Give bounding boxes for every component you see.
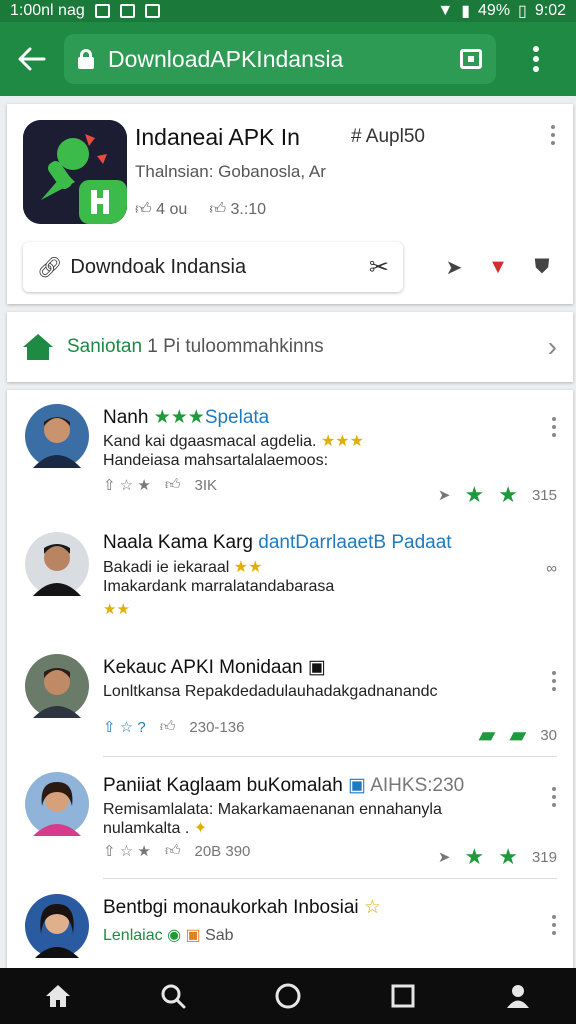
review-meta: ★★ [103, 601, 130, 618]
avatar[interactable] [25, 404, 93, 472]
url-bar[interactable]: DownloadAPKIndansia [64, 34, 496, 84]
review-item: Kekauc APKI Monidaan ▣ Lonltkansa Repakd… [7, 650, 573, 770]
dislike-stat[interactable]: 👍︎ 3.:10 [209, 200, 266, 219]
profile-nav-icon[interactable] [498, 976, 538, 1016]
review-meta: ⇧ ☆ ? 👍︎ 230-136 [103, 718, 245, 736]
star-icon: ★ [464, 844, 485, 869]
thumbs-up-icon[interactable]: 👍︎ [165, 476, 181, 494]
review-text: Bakadi ie iekaraal ★★ Imakardank marralat… [103, 559, 335, 595]
signal-icon: ▮ [461, 3, 471, 20]
battery-icon: ▯ [518, 3, 527, 20]
clock: 9:02 [534, 2, 566, 19]
chat-icon: ◉ [167, 927, 182, 944]
thumbs-up-icon[interactable]: 👍︎ [160, 718, 176, 736]
star-icon: ★ [464, 482, 485, 507]
chevron-right-icon: › [547, 331, 557, 362]
download-label: Downdoak Indansia [70, 255, 247, 278]
star-icon: ★ [498, 482, 518, 507]
review-author: Paniiat Kaglaam buKomalah ▣ AIHKS:230 [103, 775, 465, 796]
avatar[interactable] [25, 772, 93, 840]
shield-icon[interactable]: ⛊ [529, 254, 555, 280]
share-icon[interactable]: ➤ [441, 254, 467, 280]
app-stats: 👍︎ 4 ou 👍︎ 3.:10 [135, 200, 266, 219]
review-author: Naala Kama Karg dantDarrlaaetB Padaat [103, 532, 452, 553]
star-icon: ★ [498, 844, 518, 869]
notification-icon [94, 4, 110, 18]
divider [103, 756, 557, 757]
status-text: 1:00nl nag [10, 2, 85, 19]
like-stat[interactable]: 👍︎ 4 ou [135, 200, 187, 219]
search-nav-icon[interactable] [153, 976, 193, 1016]
link-icon: 🔗︎ [37, 256, 63, 279]
avatar[interactable] [25, 532, 93, 600]
battery-level: 49% [478, 2, 511, 19]
share-icon[interactable]: ➤ [438, 486, 451, 504]
review-author: Nanh ★★★Spelata [103, 407, 270, 428]
app-version: # Aupl50 [351, 126, 425, 147]
review-tags: Lenlaiac ◉ ▣ Sab [103, 927, 234, 944]
review-text: Remisamlalata: Makarkamaenanan ennahanyl… [103, 801, 442, 837]
lock-icon [78, 49, 94, 69]
app-subtitle: Thalnsian: Gobanosla, Ar [135, 162, 326, 181]
review-rating: ∞ [546, 560, 557, 577]
review-item: Nanh ★★★Spelata Kand kai dgaasmacal agde… [7, 390, 573, 520]
review-text: Kand kai dgaasmacal agdelia. ★★★ Handeias… [103, 433, 364, 469]
app-actions: ➤ ▼ ⛊ [441, 254, 555, 280]
url-text: DownloadAPKIndansia [108, 45, 344, 72]
wifi-icon: ▼ [437, 2, 454, 19]
back-arrow-icon[interactable] [0, 22, 64, 96]
avatar[interactable] [25, 894, 93, 962]
app-logo [23, 120, 127, 224]
divider [103, 878, 557, 879]
app-bar: DownloadAPKIndansia [0, 22, 576, 96]
recents-nav-icon[interactable] [383, 976, 423, 1016]
status-bar: 1:00nl nag ▼ ▮ 49% ▯ 9:02 [0, 0, 576, 22]
home-nav-icon[interactable] [38, 976, 78, 1016]
thumbs-icon[interactable]: ▰ [478, 722, 495, 748]
review-item: Naala Kama Karg dantDarrlaaetB Padaat Ba… [7, 520, 573, 650]
tab-switcher-icon[interactable] [460, 49, 482, 69]
review-rating: ➤ ★ ★ 315 [437, 482, 557, 507]
verified-badge-icon: ▣ [348, 775, 366, 796]
review-item: Bentbgi monaukorkah Inbosiai ☆ Lenlaiac … [7, 890, 573, 970]
app-card-more-icon[interactable] [533, 120, 573, 150]
app-title: Indaneai APK In [135, 124, 300, 150]
sponsor-text: Saniotan 1 Pi tuloommahkinns [67, 336, 324, 357]
home-icon [23, 334, 53, 360]
review-author: Bentbgi monaukorkah Inbosiai ☆ [103, 897, 381, 918]
review-rating: ➤ ★ ★ 319 [437, 844, 557, 869]
review-author: Kekauc APKI Monidaan ▣ [103, 657, 326, 678]
check-icon [119, 4, 135, 18]
badge-icon: ▣ [307, 657, 326, 678]
edit-icon[interactable]: ▰ [509, 722, 526, 748]
reviews-list: Nanh ★★★Spelata Kand kai dgaasmacal agde… [7, 390, 573, 970]
review-rating: ▰ ▰ 30 [478, 722, 557, 748]
avatar[interactable] [25, 654, 93, 722]
tools-icon[interactable]: ✂ [369, 253, 389, 282]
share-icon[interactable]: ➤ [438, 848, 451, 866]
review-more-icon[interactable] [539, 666, 569, 696]
review-more-icon[interactable] [539, 412, 569, 442]
circle-nav-icon[interactable] [268, 976, 308, 1016]
review-meta: ⇧ ☆ ★ 👍︎ 20B 390 [103, 842, 251, 860]
bottom-nav [0, 968, 576, 1024]
review-item: Paniiat Kaglaam buKomalah ▣ AIHKS:230 Re… [7, 770, 573, 890]
review-more-icon[interactable] [539, 910, 569, 940]
sponsor-row[interactable]: Saniotan 1 Pi tuloommahkinns › [7, 312, 573, 382]
thumbs-up-icon: 👍︎ [135, 201, 157, 218]
thumbs-icon: 👍︎ [209, 201, 231, 218]
gift-icon: ▣ [185, 927, 201, 944]
download-button[interactable]: 🔗︎ Downdoak Indansia ✂ [23, 242, 403, 292]
rating-stars: ★★★ [153, 407, 205, 428]
app-info-card: Indaneai APK In # Aupl50 Thalnsian: Goba… [7, 104, 573, 304]
bookmark-icon[interactable]: ▼ [485, 254, 511, 280]
review-text: Lonltkansa Repakdedadulauhadakgadnanandc [103, 683, 438, 700]
star-icon: ☆ [363, 897, 381, 918]
thumbs-up-icon[interactable]: 👍︎ [165, 842, 181, 860]
review-meta: ⇧ ☆ ★ 👍︎ 3IK [103, 476, 218, 494]
mail-icon [144, 4, 160, 18]
more-options-icon[interactable] [496, 22, 576, 96]
review-more-icon[interactable] [539, 782, 569, 812]
